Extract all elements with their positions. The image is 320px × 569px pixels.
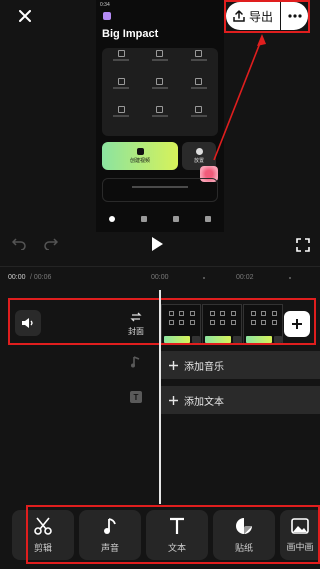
toolbar-pip-button[interactable]: 画中画	[280, 510, 320, 560]
redo-icon[interactable]	[44, 238, 58, 250]
preview-app-logo	[103, 12, 111, 20]
add-text-button[interactable]: 添加文本	[161, 386, 320, 414]
play-icon[interactable]	[150, 236, 164, 252]
toolbar-sticker-button[interactable]: 贴纸	[213, 510, 275, 560]
preview-tool	[141, 50, 180, 70]
total-time: / 00:06	[30, 274, 52, 281]
picture-in-picture-icon	[291, 517, 309, 534]
preview-tool	[102, 106, 141, 126]
current-time: 00:00	[8, 274, 26, 281]
music-track-icon	[131, 356, 140, 368]
toolbar-text-button[interactable]: 文本	[146, 510, 208, 560]
preview-status-time: 0:34	[100, 2, 110, 8]
preview-nav-item	[109, 216, 115, 222]
plus-icon	[169, 360, 178, 370]
preview-nav-item	[141, 216, 147, 222]
preview-tool	[141, 78, 180, 98]
preview-tool	[141, 106, 180, 126]
close-icon	[19, 10, 31, 22]
preview-hint-line	[132, 186, 188, 188]
add-music-button[interactable]: 添加音乐	[161, 351, 320, 379]
preview-nav-item	[173, 216, 179, 222]
plus-icon	[292, 319, 302, 329]
swap-icon	[130, 312, 142, 321]
toolbar-edit-label: 剪辑	[33, 542, 52, 553]
toolbar-sticker-label: 贴纸	[234, 542, 253, 553]
divider	[0, 266, 320, 267]
toolbar-audio-button[interactable]: 声音	[79, 510, 141, 560]
preview-nav-item	[205, 216, 211, 222]
preview-tool-grid	[102, 50, 218, 126]
cover-label: 封面	[128, 326, 144, 336]
toolbar-audio-label: 声音	[100, 542, 119, 553]
video-preview[interactable]: 0:34 Big Impact 创建视频 放置	[96, 0, 224, 232]
ruler-tick-dot	[203, 277, 205, 279]
preview-title: Big Impact	[102, 28, 159, 40]
add-music-label: 添加音乐	[184, 361, 224, 373]
toolbar-text-label: 文本	[167, 542, 186, 553]
video-clip-frame[interactable]	[161, 304, 201, 344]
preview-tool	[102, 78, 141, 98]
preview-tool	[102, 50, 141, 70]
close-button[interactable]	[12, 6, 38, 26]
text-icon	[170, 517, 184, 534]
export-label: 导出	[248, 9, 273, 24]
add-text-label: 添加文本	[184, 396, 224, 408]
plus-icon	[169, 395, 178, 405]
preview-bottom-nav	[96, 208, 224, 230]
preview-tool	[179, 106, 218, 126]
text-track-icon: T	[130, 391, 142, 403]
more-icon	[287, 14, 302, 18]
preview-create-video-button: 创建视频	[102, 142, 178, 170]
undo-icon[interactable]	[12, 238, 26, 250]
fullscreen-icon[interactable]	[296, 238, 310, 252]
ruler-tick-label: 00:02	[236, 274, 254, 281]
preview-hint-box	[102, 178, 218, 202]
playhead[interactable]	[159, 290, 161, 504]
video-clip-frame[interactable]	[243, 304, 283, 344]
add-clip-button[interactable]	[284, 311, 310, 337]
more-options-button[interactable]	[281, 2, 308, 30]
ruler-tick-dot	[289, 277, 291, 279]
video-clip-frame[interactable]	[202, 304, 242, 344]
ruler-tick-label: 00:00	[151, 274, 169, 281]
cover-button[interactable]: 封面	[114, 304, 158, 344]
export-button[interactable]: 导出	[226, 2, 280, 30]
upload-icon	[233, 10, 245, 22]
speaker-icon	[22, 318, 33, 328]
music-note-icon	[104, 517, 116, 534]
toolbar-pip-label: 画中画	[286, 541, 314, 552]
mute-clip-audio-button[interactable]	[15, 310, 41, 336]
sticker-icon	[236, 517, 252, 534]
preview-tool	[179, 78, 218, 98]
preview-tool	[179, 50, 218, 70]
toolbar-edit-button[interactable]: 剪辑	[12, 510, 74, 560]
scissors-icon	[34, 516, 52, 535]
